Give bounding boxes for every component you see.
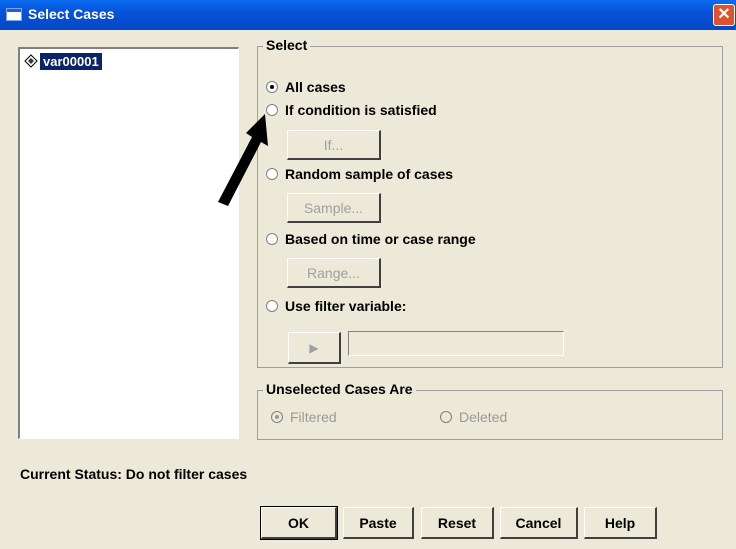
radio-label: All cases: [285, 79, 346, 95]
variable-label: var00001: [40, 52, 102, 70]
window-icon: [6, 8, 22, 21]
radio-button[interactable]: [266, 81, 278, 93]
if-button[interactable]: If...: [287, 130, 381, 160]
radio-button[interactable]: [440, 411, 452, 423]
filter-move-button[interactable]: ▶: [288, 332, 341, 364]
radio-label: If condition is satisfied: [285, 102, 437, 118]
radio-deleted[interactable]: Deleted: [440, 409, 507, 425]
close-button[interactable]: ✕: [713, 4, 735, 26]
window-title: Select Cases: [28, 6, 115, 22]
unselected-group-title: Unselected Cases Are: [263, 381, 416, 397]
radio-if-condition[interactable]: If condition is satisfied: [266, 102, 437, 118]
radio-label: Based on time or case range: [285, 231, 476, 247]
radio-all-cases[interactable]: All cases: [266, 79, 346, 95]
radio-button[interactable]: [266, 300, 278, 312]
sample-button[interactable]: Sample...: [287, 193, 381, 223]
variable-icon: [24, 54, 38, 68]
radio-button[interactable]: [271, 411, 283, 423]
variable-list[interactable]: var00001: [18, 47, 239, 439]
radio-label: Filtered: [290, 409, 337, 425]
ok-button[interactable]: OK: [260, 506, 338, 540]
radio-label: Random sample of cases: [285, 166, 454, 182]
pointer-arrow-icon: [218, 114, 268, 206]
radio-random-sample[interactable]: Random sample of cases: [266, 166, 453, 182]
title-bar[interactable]: Select Cases ✕: [0, 0, 736, 30]
range-button[interactable]: Range...: [287, 258, 381, 288]
help-button[interactable]: Help: [584, 507, 657, 539]
radio-filter-variable[interactable]: Use filter variable:: [266, 298, 406, 314]
list-item[interactable]: var00001: [24, 52, 102, 70]
radio-button[interactable]: [266, 233, 278, 245]
reset-button[interactable]: Reset: [421, 507, 494, 539]
select-group-title: Select: [263, 37, 311, 53]
radio-filtered[interactable]: Filtered: [271, 409, 337, 425]
radio-time-range[interactable]: Based on time or case range: [266, 231, 476, 247]
current-status: Current Status: Do not filter cases: [20, 466, 248, 482]
cancel-button[interactable]: Cancel: [500, 507, 578, 539]
filter-variable-field[interactable]: [348, 331, 564, 356]
paste-button[interactable]: Paste: [343, 507, 414, 539]
radio-label: Deleted: [459, 409, 508, 425]
radio-label: Use filter variable:: [285, 298, 407, 314]
